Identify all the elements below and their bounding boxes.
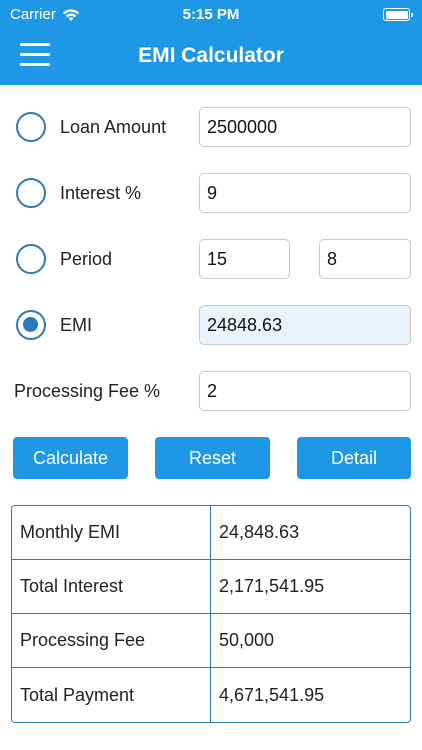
result-value: 24,848.63 <box>219 522 300 542</box>
period-radio[interactable] <box>16 244 46 274</box>
result-label: Total Interest <box>12 560 211 613</box>
page-title: EMI Calculator <box>138 44 284 67</box>
result-value: 4,671,541.95 <box>219 684 325 705</box>
status-time: 5:15 PM <box>182 6 240 23</box>
processing-fee-input[interactable] <box>199 371 411 411</box>
detail-button[interactable]: Detail <box>297 437 411 479</box>
result-label: Monthly EMI <box>12 506 211 559</box>
result-label: Total Payment <box>12 668 211 722</box>
processing-fee-label: Processing Fee % <box>14 381 161 401</box>
emi-label: EMI <box>60 315 93 335</box>
emi-row: EMI <box>0 304 422 346</box>
table-row: Monthly EMI 24,848.63 <box>12 506 410 560</box>
emi-radio[interactable] <box>16 310 46 340</box>
period-months-input[interactable] <box>319 239 411 279</box>
reset-button[interactable]: Reset <box>155 437 270 479</box>
interest-input[interactable] <box>199 173 411 213</box>
loan-amount-label: Loan Amount <box>60 117 167 137</box>
result-value: 50,000 <box>219 630 275 650</box>
interest-label: Interest % <box>60 183 142 203</box>
table-row: Total Interest 2,171,541.95 <box>12 560 410 614</box>
loan-amount-row: Loan Amount <box>0 106 422 148</box>
interest-row: Interest % <box>0 172 422 214</box>
loan-amount-input[interactable] <box>199 107 411 147</box>
period-label: Period <box>60 249 113 269</box>
processing-fee-row: Processing Fee % <box>0 370 422 412</box>
result-label: Processing Fee <box>12 614 211 667</box>
result-value: 2,171,541.95 <box>219 576 325 596</box>
app-header: Carrier 5:15 PM EMI Calculator <box>0 0 422 85</box>
loan-amount-radio[interactable] <box>16 112 46 142</box>
results-table: Monthly EMI 24,848.63 Total Interest 2,1… <box>11 505 411 723</box>
status-bar: Carrier 5:15 PM <box>0 0 422 30</box>
period-years-input[interactable] <box>199 239 290 279</box>
calculate-button[interactable]: Calculate <box>13 437 128 479</box>
battery-icon <box>383 8 413 21</box>
table-row: Total Payment 4,671,541.95 <box>12 668 410 722</box>
emi-output[interactable] <box>199 305 411 345</box>
table-row: Processing Fee 50,000 <box>12 614 410 668</box>
period-row: Period <box>0 238 422 280</box>
interest-radio[interactable] <box>16 178 46 208</box>
